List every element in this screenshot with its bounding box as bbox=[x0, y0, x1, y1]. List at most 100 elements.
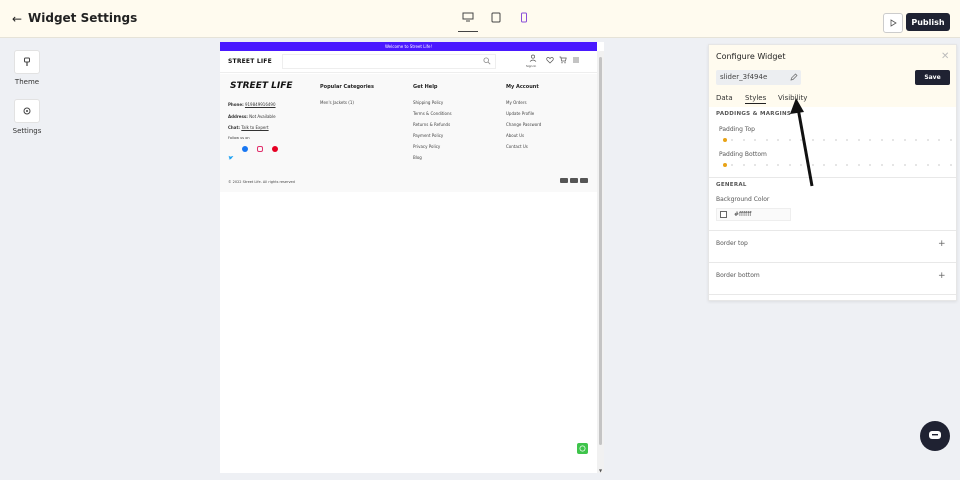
top-bar: ← Widget Settings Publish bbox=[0, 0, 960, 38]
slider-tick bbox=[926, 139, 929, 141]
pinterest-icon[interactable] bbox=[272, 146, 278, 152]
scroll-down-icon[interactable]: ▼ bbox=[599, 468, 602, 473]
slider-tick bbox=[880, 164, 883, 166]
mobile-view-button[interactable] bbox=[514, 12, 534, 30]
heart-icon[interactable] bbox=[546, 56, 554, 64]
brush-icon bbox=[24, 57, 30, 66]
mobile-icon bbox=[521, 12, 527, 23]
footer-link[interactable]: Men's Jackets (1) bbox=[320, 100, 354, 105]
search-icon bbox=[483, 57, 491, 65]
tab-styles[interactable]: Styles bbox=[745, 94, 767, 104]
slider-tick bbox=[765, 139, 768, 141]
instagram-icon[interactable] bbox=[257, 146, 263, 152]
menu-icon[interactable] bbox=[572, 56, 580, 64]
theme-button[interactable] bbox=[14, 50, 40, 74]
slider-tick bbox=[949, 164, 952, 166]
padding-bottom-slider[interactable] bbox=[723, 163, 952, 167]
padding-top-knob[interactable] bbox=[723, 138, 727, 142]
sidebar-item-theme[interactable]: Theme bbox=[7, 78, 47, 86]
back-arrow-icon[interactable]: ← bbox=[12, 12, 22, 26]
store-preview: Welcome to Street Life! STREET LIFE Sign… bbox=[220, 42, 604, 473]
chat-link[interactable]: Talk to Expert bbox=[241, 125, 268, 130]
expand-border-top-icon[interactable]: + bbox=[938, 239, 946, 249]
save-button[interactable]: Save bbox=[915, 70, 950, 85]
footer-link[interactable]: My Orders bbox=[506, 100, 527, 105]
store-logo[interactable]: STREET LIFE bbox=[228, 58, 272, 65]
footer-link[interactable]: Shipping Policy bbox=[413, 100, 443, 105]
widget-id-field[interactable]: slider_3f494e bbox=[716, 70, 801, 85]
slider-tick bbox=[903, 139, 906, 141]
slider-tick bbox=[823, 139, 825, 141]
desktop-icon bbox=[462, 12, 474, 22]
footer-link[interactable]: Terms & Conditions bbox=[413, 111, 452, 116]
close-icon[interactable]: ✕ bbox=[941, 51, 949, 62]
promo-banner: Welcome to Street Life! bbox=[220, 42, 597, 51]
page-title: Widget Settings bbox=[28, 11, 138, 25]
panel-title: Configure Widget bbox=[716, 52, 786, 61]
slider-tick bbox=[742, 139, 745, 141]
border-bottom-label: Border bottom bbox=[716, 272, 760, 279]
scroll-thumb[interactable] bbox=[599, 57, 602, 445]
footer-link[interactable]: Blog bbox=[413, 155, 422, 160]
payment-mastercard-icon bbox=[580, 178, 588, 183]
slider-tick bbox=[823, 164, 825, 166]
expand-border-bottom-icon[interactable]: + bbox=[938, 271, 946, 281]
copyright-text: © 2022 Street Life. All rights reserved bbox=[228, 180, 295, 184]
background-color-value: #ffffff bbox=[734, 211, 752, 218]
padding-top-slider[interactable] bbox=[723, 138, 952, 142]
slider-tick bbox=[869, 139, 871, 141]
sidebar-item-settings[interactable]: Settings bbox=[7, 127, 47, 135]
publish-button[interactable]: Publish bbox=[906, 13, 950, 31]
preview-scrollbar[interactable] bbox=[597, 51, 604, 473]
facebook-icon[interactable] bbox=[242, 146, 248, 152]
tablet-view-button[interactable] bbox=[486, 12, 506, 30]
footer-address: Address: Not Available bbox=[228, 114, 276, 119]
slider-tick bbox=[754, 139, 756, 141]
slider-tick bbox=[915, 139, 917, 141]
twitter-icon[interactable] bbox=[228, 146, 234, 160]
gear-icon bbox=[23, 107, 31, 115]
footer-link[interactable]: Contact Us bbox=[506, 144, 528, 149]
divider bbox=[709, 294, 956, 295]
chat-support-button[interactable] bbox=[920, 421, 950, 451]
slider-tick bbox=[892, 139, 894, 141]
background-color-input[interactable]: #ffffff bbox=[716, 208, 791, 221]
footer-link[interactable]: Update Profile bbox=[506, 111, 534, 116]
slider-tick bbox=[915, 164, 917, 166]
slider-tick bbox=[742, 164, 745, 166]
whatsapp-icon[interactable] bbox=[577, 443, 588, 454]
padding-bottom-label: Padding Bottom bbox=[719, 151, 767, 158]
footer-link[interactable]: About Us bbox=[506, 133, 524, 138]
footer-link[interactable]: Returns & Refunds bbox=[413, 122, 450, 127]
user-icon[interactable] bbox=[529, 54, 537, 62]
store-header: STREET LIFE Sign In bbox=[220, 51, 597, 73]
footer-link[interactable]: Privacy Policy bbox=[413, 144, 440, 149]
store-search-input[interactable] bbox=[282, 54, 496, 69]
footer-col-heading: My Account bbox=[506, 84, 539, 90]
padding-bottom-knob[interactable] bbox=[723, 163, 727, 167]
pencil-icon[interactable] bbox=[790, 73, 798, 81]
slider-tick bbox=[834, 164, 837, 166]
tab-data[interactable]: Data bbox=[716, 94, 733, 102]
slider-tick bbox=[869, 164, 871, 166]
slider-tick bbox=[846, 139, 848, 141]
divider bbox=[709, 262, 956, 263]
divider bbox=[709, 230, 956, 231]
footer-phone: Phone: 919849916490 bbox=[228, 102, 276, 107]
slider-tick bbox=[926, 164, 929, 166]
slider-tick bbox=[777, 164, 779, 166]
slider-tick bbox=[892, 164, 894, 166]
footer-col-heading: Popular Categories bbox=[320, 84, 374, 90]
play-icon bbox=[890, 19, 897, 27]
color-swatch[interactable] bbox=[720, 211, 727, 218]
cart-icon[interactable] bbox=[559, 56, 567, 64]
phone-link[interactable]: 919849916490 bbox=[245, 102, 276, 107]
desktop-view-button[interactable] bbox=[458, 12, 478, 32]
settings-button[interactable] bbox=[14, 99, 40, 123]
padding-top-label: Padding Top bbox=[719, 126, 755, 133]
footer-link[interactable]: Payment Policy bbox=[413, 133, 443, 138]
footer-link[interactable]: Change Password bbox=[506, 122, 541, 127]
signin-label[interactable]: Sign In bbox=[526, 64, 536, 68]
slider-tick bbox=[754, 164, 756, 166]
preview-play-button[interactable] bbox=[883, 13, 903, 33]
